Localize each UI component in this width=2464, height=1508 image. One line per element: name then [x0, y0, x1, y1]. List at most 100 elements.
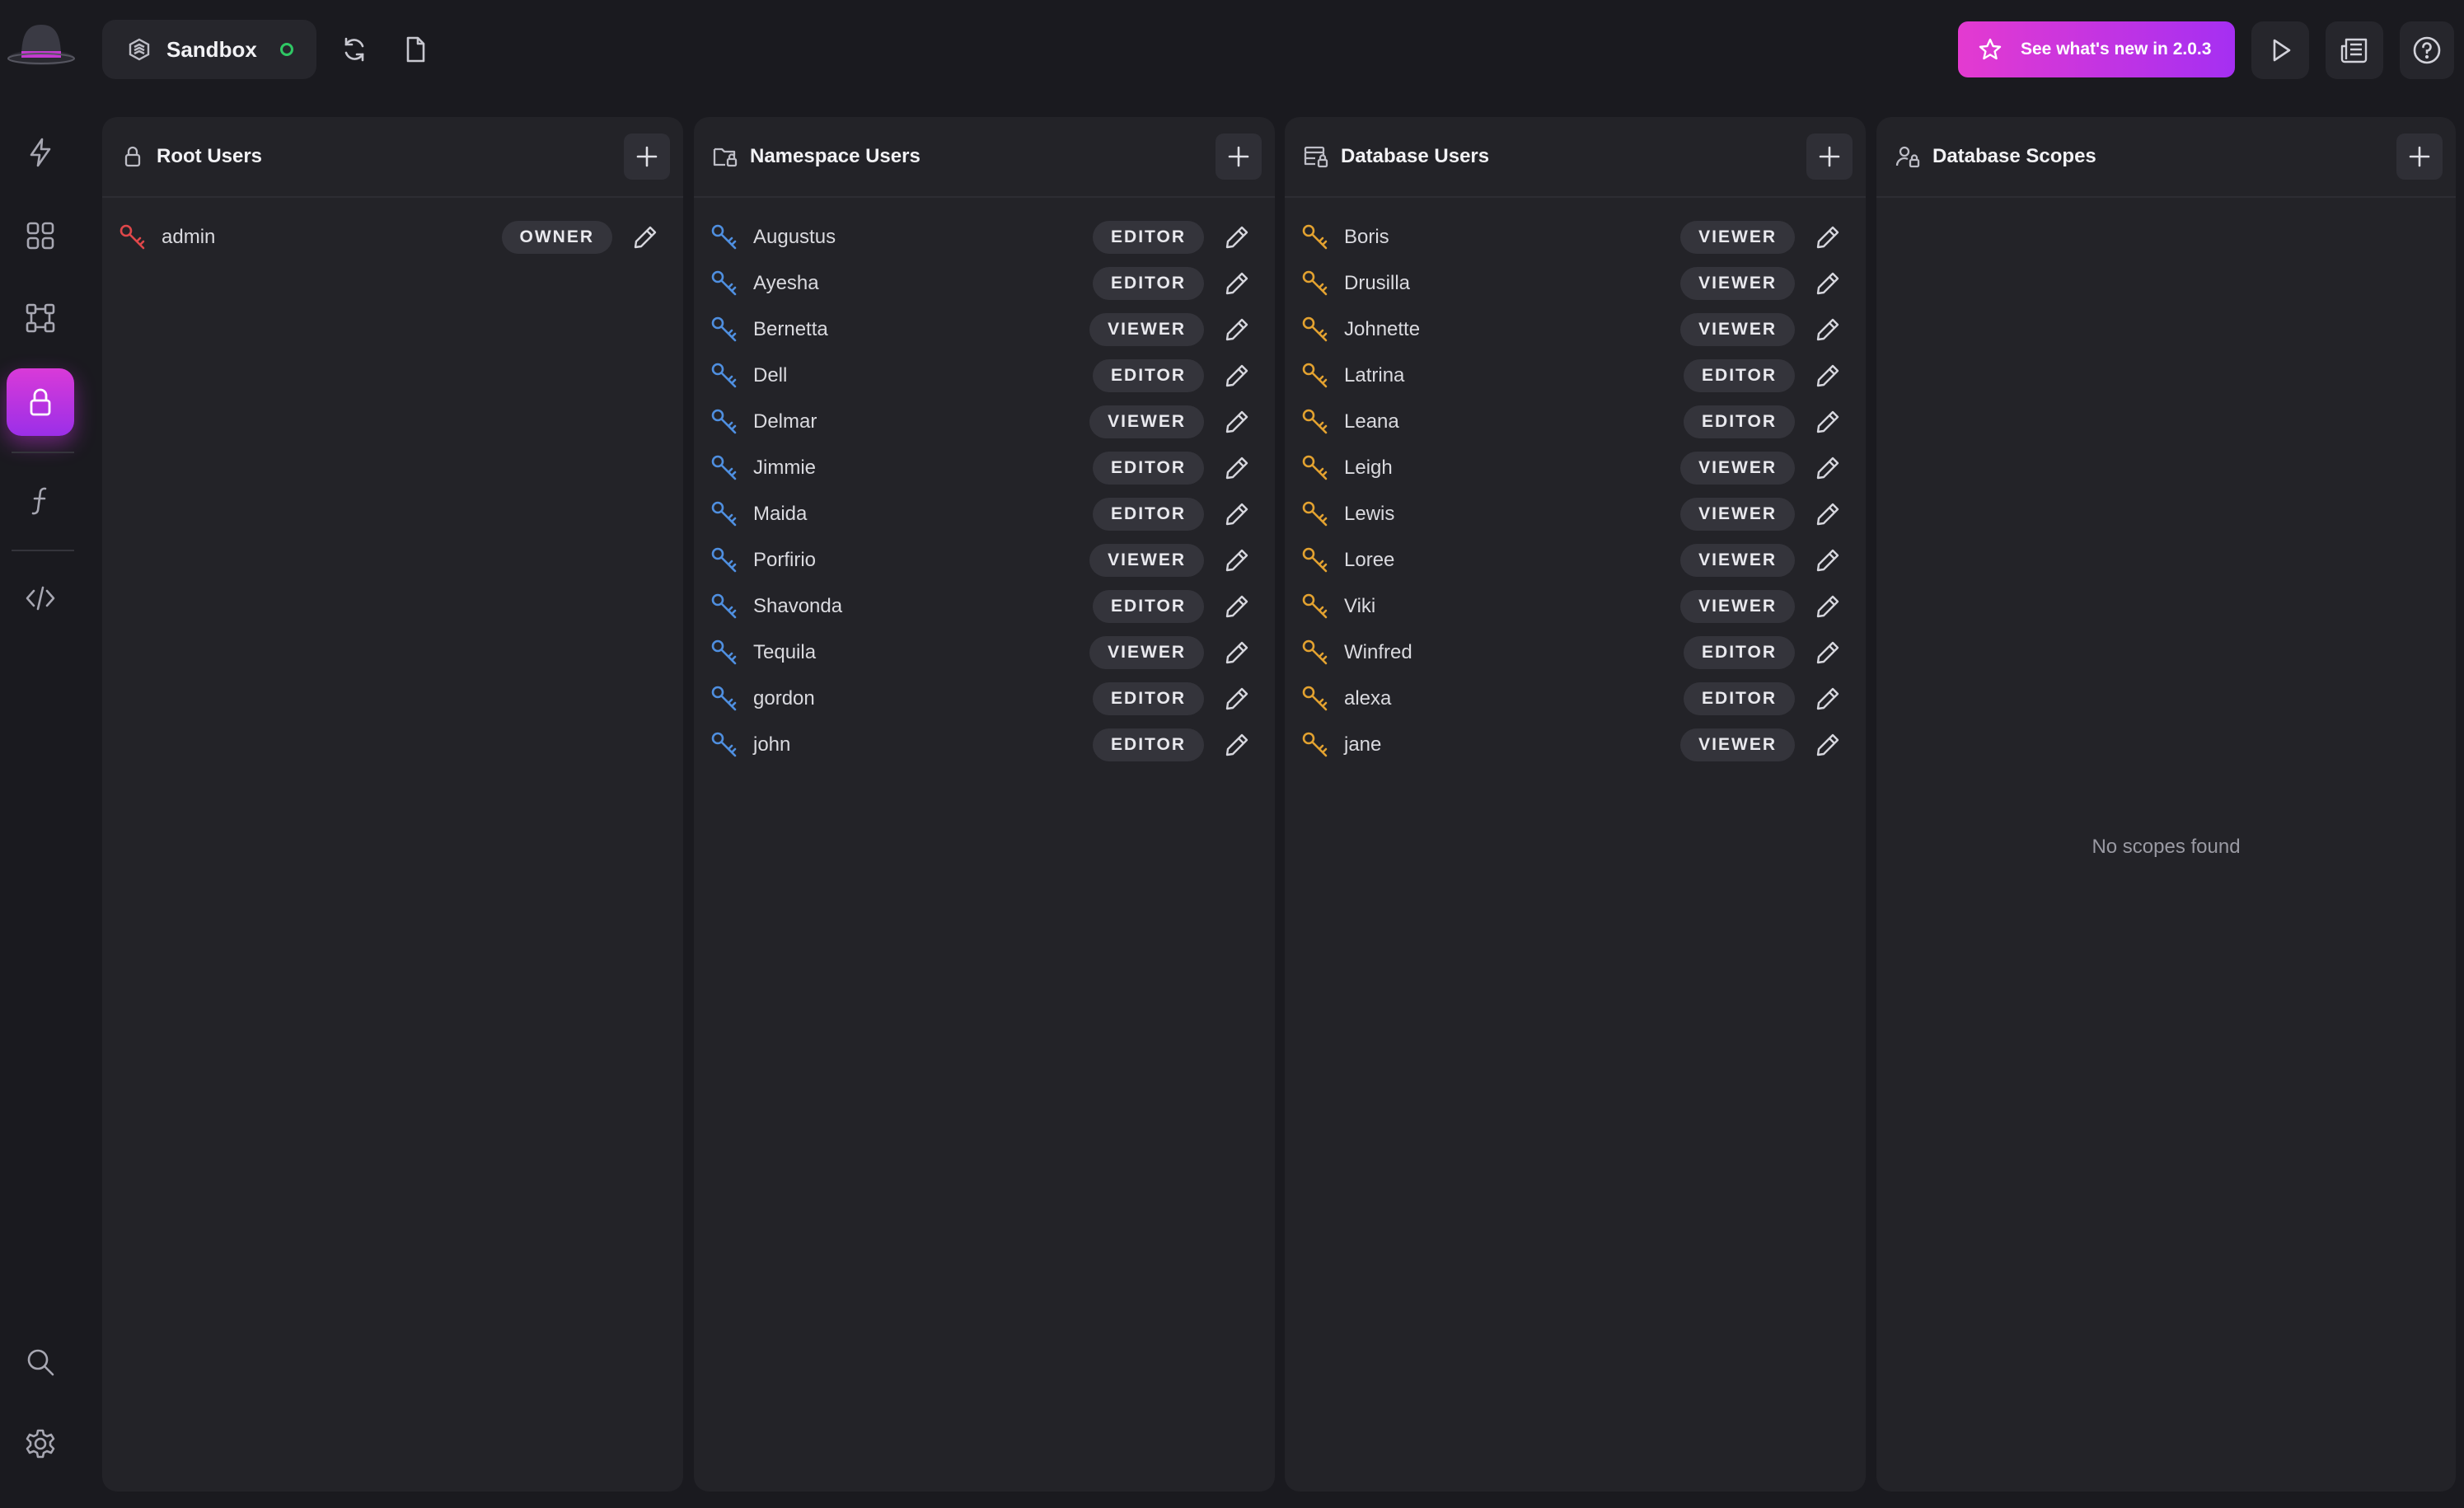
namespace-label: Sandbox — [166, 36, 257, 62]
edit-user-button[interactable] — [1220, 636, 1253, 669]
user-row[interactable]: alexa EDITOR — [1285, 676, 1866, 722]
edit-user-button[interactable] — [1220, 221, 1253, 254]
user-row[interactable]: Ayesha EDITOR — [694, 260, 1275, 307]
sidebar-authentication-button[interactable] — [7, 368, 74, 436]
user-row[interactable]: Dell EDITOR — [694, 353, 1275, 399]
sidebar-designer-button[interactable] — [7, 284, 74, 352]
user-name: Viki — [1344, 595, 1376, 617]
sidebar-explorer-button[interactable] — [7, 202, 74, 269]
user-row[interactable]: Viki VIEWER — [1285, 583, 1866, 630]
key-icon — [710, 685, 738, 713]
edit-user-button[interactable] — [1220, 452, 1253, 485]
user-row[interactable]: john EDITOR — [694, 722, 1275, 768]
key-icon — [710, 500, 738, 528]
whats-new-button[interactable]: See what's new in 2.0.3 — [1958, 21, 2235, 77]
edit-user-button[interactable] — [1811, 359, 1844, 392]
edit-user-button[interactable] — [1811, 728, 1844, 761]
user-row[interactable]: Drusilla VIEWER — [1285, 260, 1866, 307]
sidebar-settings-button[interactable] — [7, 1410, 74, 1478]
play-icon — [2265, 35, 2295, 65]
sidebar-search-button[interactable] — [7, 1328, 74, 1396]
add-database-user-button[interactable] — [1806, 133, 1853, 180]
edit-user-button[interactable] — [1220, 682, 1253, 715]
edit-user-button[interactable] — [1220, 590, 1253, 623]
user-row[interactable]: Boris VIEWER — [1285, 214, 1866, 260]
user-row[interactable]: Porfirio VIEWER — [694, 537, 1275, 583]
edit-user-button[interactable] — [1811, 544, 1844, 577]
panel-header: Database Users — [1285, 117, 1866, 196]
edit-user-button[interactable] — [1220, 498, 1253, 531]
grid-icon — [24, 219, 57, 252]
pencil-icon — [1815, 639, 1841, 666]
user-row[interactable]: Loree VIEWER — [1285, 537, 1866, 583]
edit-user-button[interactable] — [1811, 498, 1844, 531]
pencil-icon — [1815, 593, 1841, 620]
user-row[interactable]: Winfred EDITOR — [1285, 630, 1866, 676]
key-icon — [1301, 546, 1329, 574]
edit-user-button[interactable] — [1220, 359, 1253, 392]
add-scope-button[interactable] — [2396, 133, 2443, 180]
namespace-user-list: Augustus EDITOR Ayesha EDITOR Bernetta VIEWER… — [694, 198, 1275, 768]
panel-title: Namespace Users — [750, 145, 920, 167]
edit-user-button[interactable] — [1220, 405, 1253, 438]
user-row[interactable]: gordon EDITOR — [694, 676, 1275, 722]
user-row[interactable]: Bernetta VIEWER — [694, 307, 1275, 353]
edit-user-button[interactable] — [1220, 544, 1253, 577]
user-row[interactable]: Latrina EDITOR — [1285, 353, 1866, 399]
edit-user-button[interactable] — [1220, 313, 1253, 346]
add-root-user-button[interactable] — [624, 133, 670, 180]
edit-user-button[interactable] — [1811, 682, 1844, 715]
user-row[interactable]: Jimmie EDITOR — [694, 445, 1275, 491]
user-row[interactable]: Shavonda EDITOR — [694, 583, 1275, 630]
sidebar-api-docs-button[interactable] — [7, 564, 74, 632]
edit-user-button[interactable] — [1220, 267, 1253, 300]
function-icon — [24, 484, 57, 517]
key-icon — [119, 223, 147, 251]
user-row[interactable]: Johnette VIEWER — [1285, 307, 1866, 353]
news-feed-button[interactable] — [2326, 21, 2383, 79]
user-row[interactable]: Leana EDITOR — [1285, 399, 1866, 445]
pencil-icon — [1224, 409, 1250, 435]
user-row[interactable]: Leigh VIEWER — [1285, 445, 1866, 491]
sidebar-query-button[interactable] — [7, 119, 74, 186]
connection-status-icon — [279, 43, 293, 56]
user-row[interactable]: admin OWNER — [102, 214, 683, 260]
user-row[interactable]: Maida EDITOR — [694, 491, 1275, 537]
edit-user-button[interactable] — [1811, 267, 1844, 300]
edit-user-button[interactable] — [1811, 636, 1844, 669]
folder-lock-icon — [712, 144, 738, 169]
refresh-icon[interactable] — [338, 33, 371, 66]
user-row[interactable]: Delmar VIEWER — [694, 399, 1275, 445]
key-icon — [710, 454, 738, 482]
role-badge: VIEWER — [1680, 267, 1795, 300]
user-name: Porfirio — [753, 549, 817, 571]
user-row[interactable]: Lewis VIEWER — [1285, 491, 1866, 537]
key-icon — [1301, 731, 1329, 759]
edit-user-button[interactable] — [1811, 221, 1844, 254]
edit-user-button[interactable] — [1811, 452, 1844, 485]
plus-icon — [634, 143, 660, 170]
user-row[interactable]: jane VIEWER — [1285, 722, 1866, 768]
edit-user-button[interactable] — [1220, 728, 1253, 761]
sidebar-divider — [12, 452, 74, 453]
file-icon[interactable] — [399, 33, 432, 66]
user-name: gordon — [753, 687, 815, 710]
edit-user-button[interactable] — [1811, 313, 1844, 346]
edit-user-button[interactable] — [1811, 590, 1844, 623]
user-row[interactable]: Tequila VIEWER — [694, 630, 1275, 676]
help-icon — [2411, 35, 2443, 66]
pencil-icon — [1224, 270, 1250, 297]
help-button[interactable] — [2400, 21, 2454, 79]
user-row[interactable]: Augustus EDITOR — [694, 214, 1275, 260]
user-name: Winfred — [1344, 641, 1412, 663]
namespace-selector[interactable]: Sandbox — [102, 20, 316, 79]
panel-title: Root Users — [157, 145, 263, 167]
root-user-list: admin OWNER — [102, 198, 683, 260]
role-badge: OWNER — [501, 221, 612, 254]
edit-user-button[interactable] — [629, 221, 662, 254]
add-namespace-user-button[interactable] — [1216, 133, 1262, 180]
pencil-icon — [1224, 501, 1250, 527]
edit-user-button[interactable] — [1811, 405, 1844, 438]
run-query-button[interactable] — [2251, 21, 2309, 79]
sidebar-functions-button[interactable] — [7, 466, 74, 534]
